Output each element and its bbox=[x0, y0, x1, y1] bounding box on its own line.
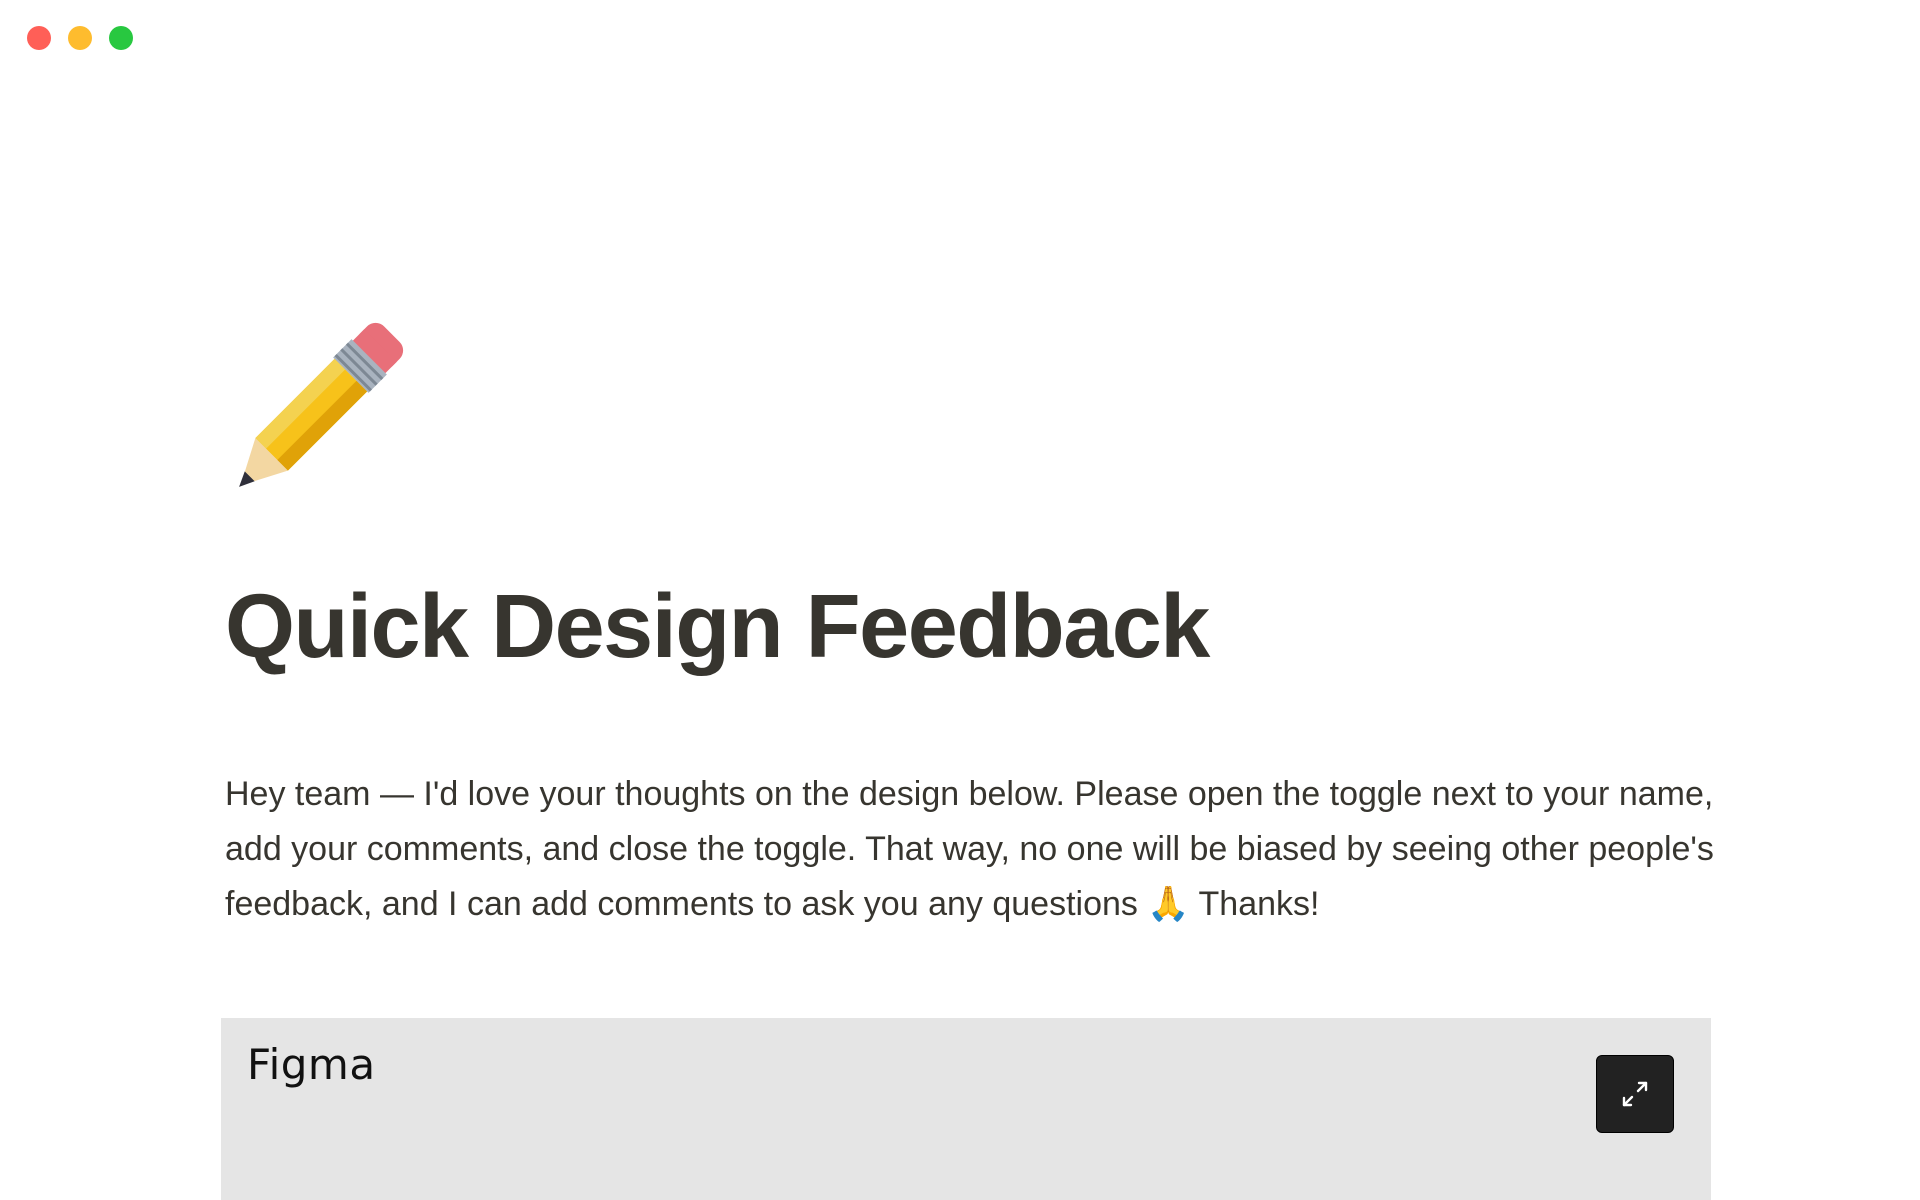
page-title[interactable]: Quick Design Feedback bbox=[225, 578, 1210, 677]
minimize-window-button[interactable] bbox=[68, 26, 92, 50]
window-controls bbox=[27, 26, 133, 50]
figma-embed[interactable]: Figma bbox=[221, 1018, 1711, 1200]
intro-paragraph[interactable]: Hey team — I'd love your thoughts on the… bbox=[225, 767, 1725, 932]
intro-text: Hey team — I'd love your thoughts on the… bbox=[225, 775, 1714, 923]
expand-button[interactable] bbox=[1596, 1055, 1674, 1133]
embed-label: Figma bbox=[247, 1040, 376, 1089]
intro-suffix: Thanks! bbox=[1189, 885, 1320, 923]
praying-hands-icon: 🙏 bbox=[1147, 885, 1190, 923]
close-window-button[interactable] bbox=[27, 26, 51, 50]
app-window: Quick Design Feedback Hey team — I'd lov… bbox=[0, 0, 1920, 1200]
zoom-window-button[interactable] bbox=[109, 26, 133, 50]
expand-icon bbox=[1622, 1081, 1648, 1107]
pencil-icon[interactable] bbox=[224, 312, 414, 502]
